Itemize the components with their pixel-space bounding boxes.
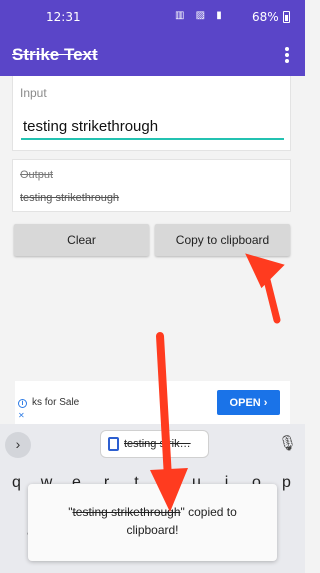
output-card: Output testing strikethrough [12, 159, 291, 212]
input-label: Input [20, 86, 47, 100]
clipboard-icon [108, 437, 119, 451]
output-label: Output [20, 169, 54, 181]
output-text: testing strikethrough [20, 192, 120, 204]
battery-icon [283, 11, 290, 23]
input-field[interactable] [23, 118, 285, 135]
ad-open-button[interactable]: OPEN › [217, 390, 280, 415]
ad-close-icon[interactable]: ✕ [18, 411, 25, 420]
clipboard-chip-text: testing strik… [124, 438, 191, 450]
ad-info-icon[interactable]: i [18, 399, 27, 408]
copied-toast: "testing strikethrough" copied to clipbo… [28, 484, 277, 561]
input-card: Input [12, 76, 291, 151]
battery-percentage: 68% [252, 10, 279, 24]
status-icons: ▥ ▨ ▮ [175, 10, 226, 21]
status-bar: 12:31 ▥ ▨ ▮ 68% [0, 0, 305, 34]
microphone-icon[interactable]: 🎙 [278, 434, 297, 452]
copy-to-clipboard-button[interactable]: Copy to clipboard [155, 224, 290, 256]
clipboard-suggestion-chip[interactable]: testing strik… [100, 430, 209, 458]
overflow-menu-icon[interactable] [279, 44, 295, 66]
clear-button[interactable]: Clear [14, 224, 149, 256]
key-p[interactable]: p [274, 474, 299, 492]
status-time: 12:31 [46, 10, 81, 24]
input-underline [21, 138, 284, 140]
app-title: Strike Text [12, 45, 98, 64]
toast-line2: clipboard! [126, 523, 179, 537]
ad-banner[interactable]: i ✕ ks for Sale OPEN › [15, 381, 290, 424]
arrow-to-copy-button-icon [245, 253, 285, 324]
ad-text: ks for Sale [32, 397, 80, 408]
key-q[interactable]: q [4, 474, 29, 492]
toast-strike-text: testing strikethrough [72, 505, 181, 519]
keyboard-expand-icon[interactable]: › [5, 432, 31, 458]
toast-rest: " copied to [180, 505, 237, 519]
app-bar: Strike Text [0, 34, 305, 76]
